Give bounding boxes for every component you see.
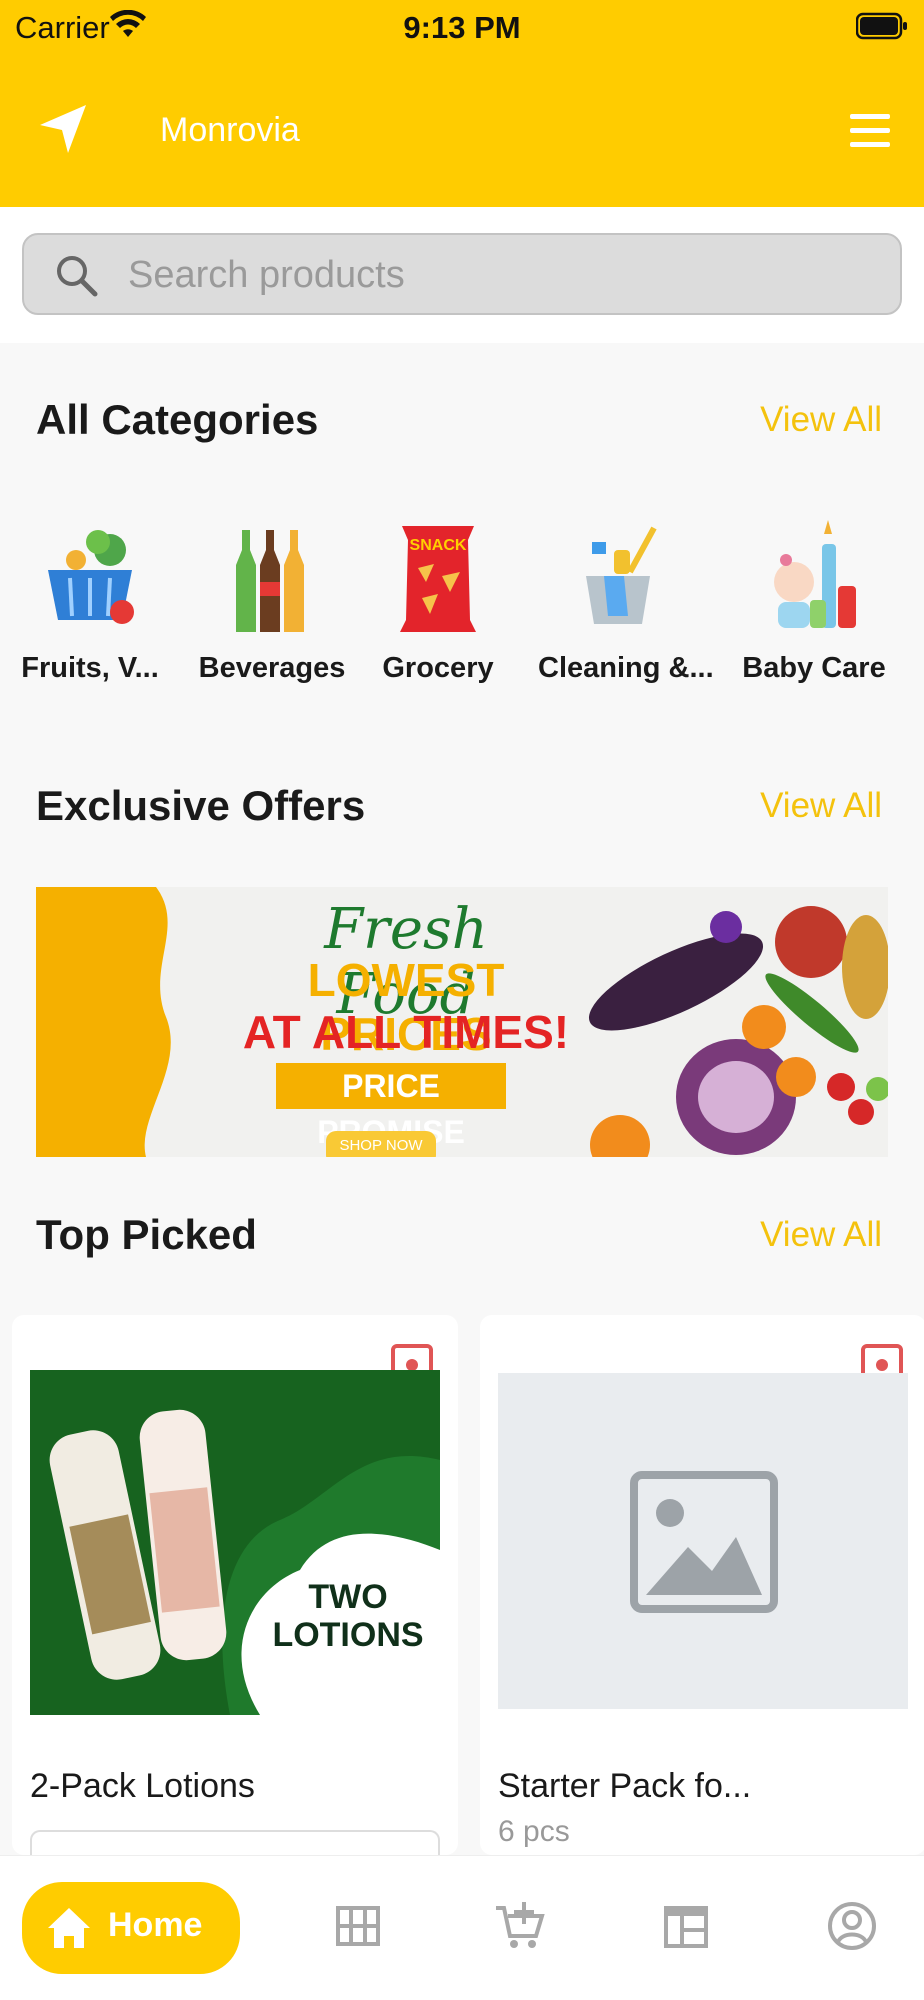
svg-text:TWO: TWO	[308, 1578, 387, 1616]
product-title: Starter Pack fo...	[498, 1767, 752, 1805]
top-picked-title: Top Picked	[36, 1211, 257, 1258]
category-label: Fruits, V...	[21, 652, 159, 684]
banner-line-3: AT ALL TIMES!	[242, 1006, 570, 1058]
city-name[interactable]: Monrovia	[160, 111, 300, 150]
product-image-placeholder	[498, 1373, 908, 1709]
baby-icon	[774, 520, 856, 628]
location-arrow-icon[interactable]	[38, 103, 90, 155]
category-label: Cleaning &...	[538, 652, 714, 684]
orders-icon[interactable]	[660, 1900, 712, 1952]
offer-banner[interactable]: Fresh Food LOWEST PRICES AT ALL TIMES! P…	[36, 887, 888, 1157]
category-fruits[interactable]: Fruits, V...	[10, 520, 170, 685]
basket-icon	[48, 530, 134, 624]
price-promise-badge: PRICE PROMISE	[276, 1063, 506, 1150]
lotion-photo: TWO LOTIONS	[30, 1370, 440, 1715]
category-cleaning[interactable]: Cleaning &...	[538, 520, 714, 685]
status-time: 9:13 PM	[403, 10, 521, 45]
shop-now-button[interactable]: SHOP NOW	[326, 1131, 436, 1157]
grid-icon[interactable]	[332, 1900, 384, 1952]
nav-home-label: Home	[108, 1906, 203, 1944]
menu-icon[interactable]	[848, 112, 892, 150]
category-beverages[interactable]: Beverages	[192, 520, 352, 685]
product-card[interactable]: Starter Pack fo... 6 pcs	[480, 1315, 924, 1855]
search-bar	[0, 207, 924, 343]
product-quantity: 6 pcs	[498, 1815, 570, 1848]
search-icon	[57, 256, 98, 297]
category-grocery[interactable]: SNACK Grocery	[358, 520, 518, 685]
product-image: TWO LOTIONS	[30, 1370, 440, 1715]
image-placeholder-icon	[630, 1471, 778, 1613]
category-baby-care[interactable]: Baby Care	[734, 520, 894, 685]
top-picked-view-all-link[interactable]: View All	[760, 1215, 882, 1255]
categories-view-all-link[interactable]: View All	[760, 400, 882, 440]
svg-text:SNACK: SNACK	[410, 537, 467, 554]
svg-text:LOTIONS: LOTIONS	[272, 1616, 423, 1654]
search-input[interactable]	[128, 249, 868, 301]
profile-icon[interactable]	[826, 1900, 878, 1952]
bottom-navigation: Home	[0, 1855, 924, 2000]
offers-title: Exclusive Offers	[36, 782, 366, 829]
category-label: Beverages	[198, 652, 346, 684]
product-title: 2-Pack Lotions	[30, 1767, 255, 1805]
categories-title: All Categories	[36, 396, 319, 443]
cleaning-icon	[586, 526, 657, 624]
category-label: Grocery	[382, 652, 494, 684]
cart-add-icon[interactable]	[494, 1900, 546, 1952]
search-box[interactable]	[22, 233, 902, 315]
home-icon	[48, 1908, 90, 1948]
status-bar: Carrier 9:13 PM	[0, 0, 924, 58]
snack-icon: SNACK	[400, 526, 476, 632]
nav-home-button[interactable]: Home	[22, 1882, 240, 1974]
category-label: Baby Care	[742, 652, 886, 684]
product-card[interactable]: TWO LOTIONS 2-Pack Lotions	[12, 1315, 458, 1870]
offers-view-all-link[interactable]: View All	[760, 786, 882, 826]
bottles-icon	[236, 530, 304, 632]
battery-icon	[856, 12, 907, 40]
